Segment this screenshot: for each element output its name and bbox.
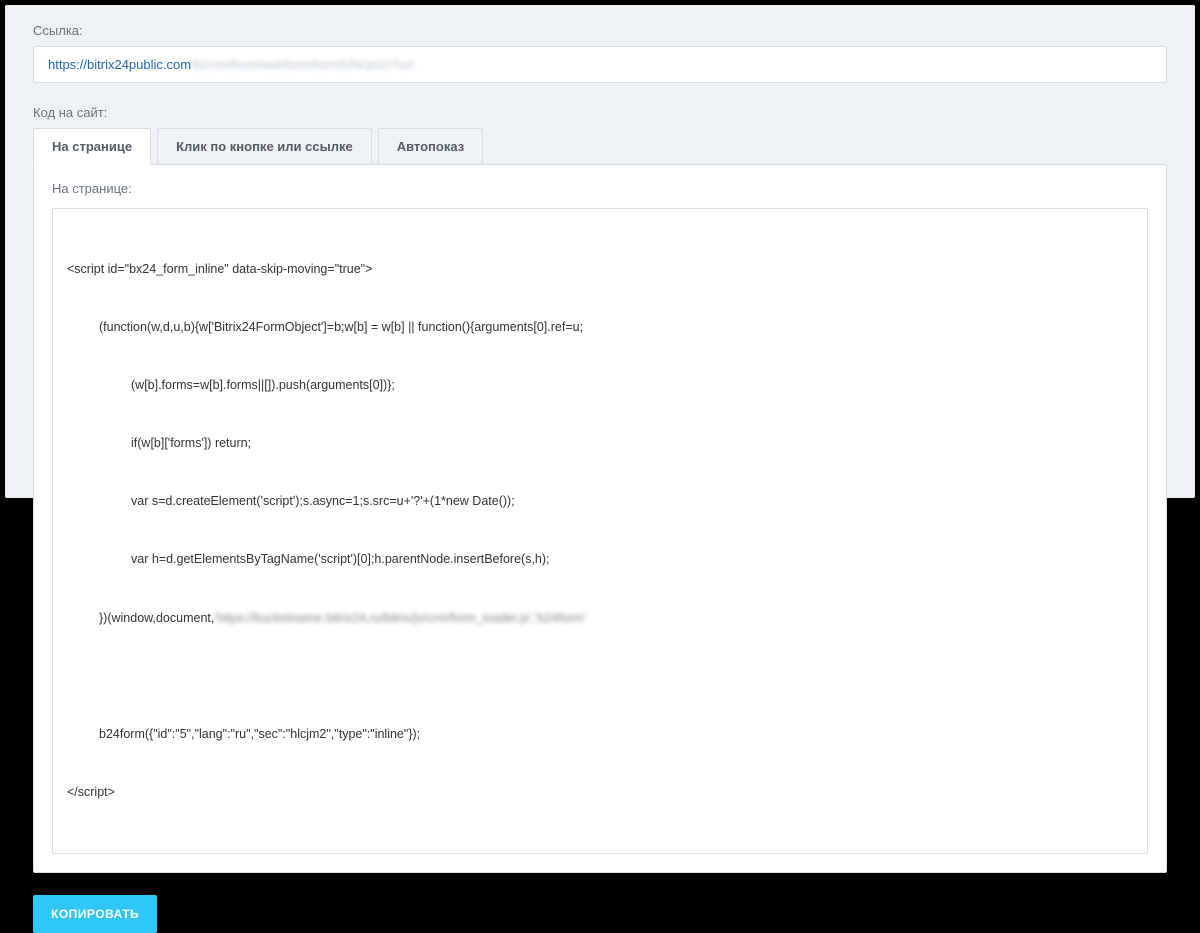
link-box[interactable]: https://bitrix24public.com /b/crm/form/w… [33, 46, 1167, 83]
copy-button[interactable]: КОПИРОВАТЬ [33, 895, 157, 933]
embed-panel: Ссылка: https://bitrix24public.com /b/cr… [5, 5, 1195, 498]
code-box[interactable]: <script id="bx24_form_inline" data-skip-… [52, 208, 1148, 854]
code-line: var s=d.createElement('script');s.async=… [67, 492, 1133, 511]
code-line: b24form({"id":"5","lang":"ru","sec":"hlc… [67, 725, 1133, 744]
tab-click[interactable]: Клик по кнопке или ссылке [157, 128, 372, 164]
code-line: (w[b].forms=w[b].forms||[]).push(argumen… [67, 376, 1133, 395]
code-line: (function(w,d,u,b){w['Bitrix24FormObject… [67, 318, 1133, 337]
tabs: На странице Клик по кнопке или ссылке Ав… [33, 128, 1167, 164]
code-line: var h=d.getElementsByTagName('script')[0… [67, 550, 1133, 569]
code-line: })(window,document,'https://bucketname.b… [67, 609, 1133, 628]
link-label: Ссылка: [33, 23, 1167, 38]
link-blurred: /b/crm/form/webform/form5/hlcjm2/?url [191, 57, 414, 72]
code-line: if(w[b]['forms']) return; [67, 434, 1133, 453]
tab-on-page[interactable]: На странице [33, 128, 151, 165]
code-site-label: Код на сайт: [33, 105, 1167, 120]
link-visible[interactable]: https://bitrix24public.com [48, 57, 191, 72]
code-sublabel: На странице: [52, 181, 1148, 196]
code-panel: На странице: <script id="bx24_form_inlin… [33, 164, 1167, 873]
code-line: <script id="bx24_form_inline" data-skip-… [67, 260, 1133, 279]
code-line: </script> [67, 783, 1133, 802]
tab-auto[interactable]: Автопоказ [378, 128, 484, 164]
code-line [67, 667, 1133, 686]
code-blurred: 'https://bucketname.bitrix24.ru/bitrix/j… [214, 611, 586, 625]
